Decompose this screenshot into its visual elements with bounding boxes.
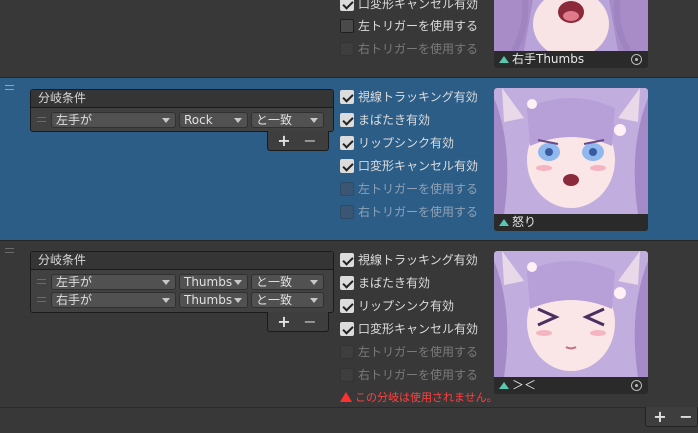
dropdown-arrow-icon [234,298,242,303]
condition-row[interactable]: 左手が Rock と一致 [31,111,333,129]
expression-thumbnail[interactable]: 右手Thumbs [494,0,648,68]
condition-add-remove: + − [267,131,329,151]
condition-box: 分岐条件 左手が Rock と一致 [30,89,334,132]
thumbnail-caption: 怒り [494,214,648,231]
dropdown-arrow-icon [310,280,318,285]
branch-row-3[interactable]: 分岐条件 左手が Thumbs と一致 右手が Thumbs と一致 + − 視… [0,241,698,407]
dropdown-arrow-icon [162,298,170,303]
match-select[interactable]: と一致 [251,292,324,308]
drag-handle-icon[interactable] [37,297,46,302]
add-branch-button[interactable]: + [647,407,673,427]
avatar-preview-image [494,251,648,377]
condition-box: 分岐条件 左手が Thumbs と一致 右手が Thumbs と一致 [30,251,334,313]
thumbnail-caption: 右手Thumbs [494,51,648,68]
remove-branch-button[interactable]: − [673,407,698,427]
hand-select[interactable]: 右手が [51,292,176,308]
checkmark-icon[interactable] [340,322,354,336]
checkbox-box [340,345,354,359]
list-footer [0,407,698,433]
avatar-icon [499,219,509,226]
dropdown-arrow-icon [310,118,318,123]
branch-row-1[interactable]: 口変形キャンセル有効 左トリガーを使用する 右トリガーを使用する 右手Thumb… [0,0,698,77]
dropdown-arrow-icon [234,118,242,123]
expression-thumbnail[interactable]: 怒り [494,88,648,231]
avatar-preview-image [494,0,648,51]
checkmark-icon[interactable] [340,253,354,267]
warning-icon [340,392,352,402]
checkbox-box [340,368,354,382]
avatar-icon [499,56,509,63]
thumbnail-caption: ＞＜ [494,377,648,394]
drag-handle-icon[interactable] [5,85,14,90]
drag-handle-icon[interactable] [5,248,14,253]
checkmark-icon[interactable] [340,113,354,127]
checkmark-icon[interactable] [340,299,354,313]
checkmark-icon[interactable] [340,276,354,290]
condition-add-remove: + − [267,312,329,332]
checkbox-box [340,182,354,196]
hand-select[interactable]: 左手が [51,112,176,128]
gesture-select[interactable]: Thumbs [179,292,248,308]
checkbox-box [340,42,354,56]
drag-handle-icon[interactable] [37,279,46,284]
condition-row[interactable]: 右手が Thumbs と一致 [31,291,333,309]
match-select[interactable]: と一致 [251,274,324,290]
expression-thumbnail[interactable]: ＞＜ [494,251,648,394]
remove-condition-button[interactable]: − [297,312,323,332]
checkmark-icon[interactable] [340,90,354,104]
checkmark-icon[interactable] [340,159,354,173]
dropdown-arrow-icon [310,298,318,303]
unused-branch-warning: この分岐は使用されません。 [340,390,498,406]
checkbox-box [340,205,354,219]
avatar-icon [499,382,509,389]
object-picker-icon[interactable] [631,380,642,391]
gesture-select[interactable]: Thumbs [179,274,248,290]
condition-header: 分岐条件 [31,90,333,108]
dropdown-arrow-icon [234,280,242,285]
condition-header: 分岐条件 [31,252,333,270]
remove-condition-button[interactable]: − [297,131,323,151]
avatar-preview-image [494,88,648,214]
branch-row-2[interactable]: 分岐条件 左手が Rock と一致 + − 視線トラッキング有効 まばたき有効 … [0,78,698,240]
checkbox-box[interactable] [340,19,354,33]
add-condition-button[interactable]: + [271,131,297,151]
hand-select[interactable]: 左手が [51,274,176,290]
match-select[interactable]: と一致 [251,112,324,128]
drag-handle-icon[interactable] [37,117,46,122]
condition-row[interactable]: 左手が Thumbs と一致 [31,273,333,291]
checkmark-icon[interactable] [340,136,354,150]
checkmark-icon[interactable] [340,0,354,11]
add-condition-button[interactable]: + [271,312,297,332]
list-add-remove: + − [645,407,698,427]
dropdown-arrow-icon [162,118,170,123]
object-picker-icon[interactable] [631,54,642,65]
gesture-select[interactable]: Rock [179,112,248,128]
dropdown-arrow-icon [162,280,170,285]
